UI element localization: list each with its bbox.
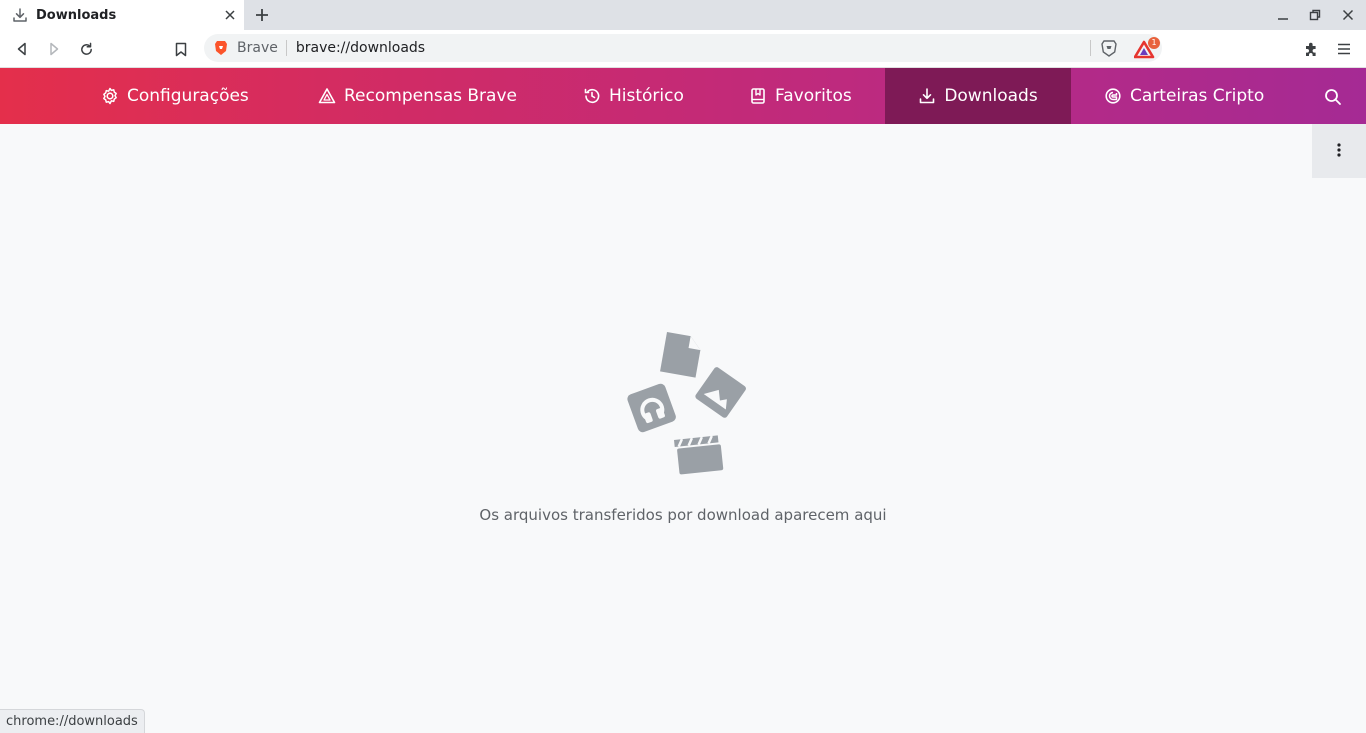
new-tab-button[interactable] [252, 5, 272, 25]
tab-downloads[interactable]: Downloads [0, 0, 244, 30]
video-clapper-icon [674, 435, 724, 475]
vertical-dots-icon [1337, 142, 1341, 161]
forward-button[interactable] [43, 38, 65, 60]
close-tab-icon[interactable] [222, 7, 238, 23]
more-options-button[interactable] [1312, 124, 1366, 178]
toolbar: Brave brave://downloads 1 [0, 30, 1366, 68]
empty-downloads-illustration [620, 326, 746, 478]
triangle-rewards-icon [318, 87, 336, 105]
extensions-puzzle-icon[interactable] [1301, 38, 1323, 60]
hamburger-menu-icon[interactable] [1333, 38, 1355, 60]
image-icon [695, 367, 746, 418]
address-bar[interactable]: Brave brave://downloads 1 [204, 34, 1162, 62]
nav-downloads[interactable]: Downloads [885, 68, 1071, 124]
gear-icon [101, 87, 119, 105]
nav-recompensas-brave[interactable]: Recompensas Brave [318, 68, 517, 124]
brave-shields-icon[interactable] [1100, 39, 1120, 57]
tab-title: Downloads [36, 7, 117, 23]
nav-label: Recompensas Brave [344, 86, 517, 106]
minimize-icon[interactable] [1273, 6, 1293, 24]
site-label: Brave [237, 40, 278, 56]
download-icon [12, 7, 28, 23]
search-icon[interactable] [1322, 86, 1344, 108]
download-icon [918, 87, 936, 105]
tab-strip: Downloads [0, 0, 1366, 30]
history-clock-icon [583, 87, 601, 105]
bookmark-book-icon [749, 87, 767, 105]
nav-favoritos[interactable]: Favoritos [749, 68, 852, 124]
wallet-icon [1104, 87, 1122, 105]
brave-rewards-icon[interactable]: 1 [1134, 37, 1160, 59]
divider [285, 40, 287, 56]
brave-nav-bar: Configurações Recompensas Brave Históric… [0, 68, 1366, 124]
bookmark-icon[interactable] [170, 38, 192, 60]
nav-label: Carteiras Cripto [1130, 86, 1265, 106]
divider [1090, 40, 1091, 56]
rewards-badge: 1 [1148, 37, 1160, 49]
nav-label: Downloads [944, 86, 1038, 106]
url-text[interactable]: brave://downloads [296, 40, 425, 56]
restore-icon[interactable] [1305, 6, 1325, 24]
nav-label: Histórico [609, 86, 684, 106]
nav-label: Configurações [127, 86, 249, 106]
back-button[interactable] [11, 38, 33, 60]
reload-button[interactable] [75, 38, 97, 60]
close-window-icon[interactable] [1338, 6, 1358, 24]
nav-carteiras-cripto[interactable]: Carteiras Cripto [1104, 68, 1264, 124]
document-icon [660, 332, 701, 378]
nav-configuracoes[interactable]: Configurações [101, 68, 249, 124]
nav-label: Favoritos [775, 86, 852, 106]
brave-lion-icon [214, 40, 228, 56]
empty-state-message: Os arquivos transferidos por download ap… [479, 506, 887, 524]
audio-icon [627, 383, 676, 433]
status-url-bubble: chrome://downloads [0, 709, 145, 733]
nav-historico[interactable]: Histórico [583, 68, 684, 124]
